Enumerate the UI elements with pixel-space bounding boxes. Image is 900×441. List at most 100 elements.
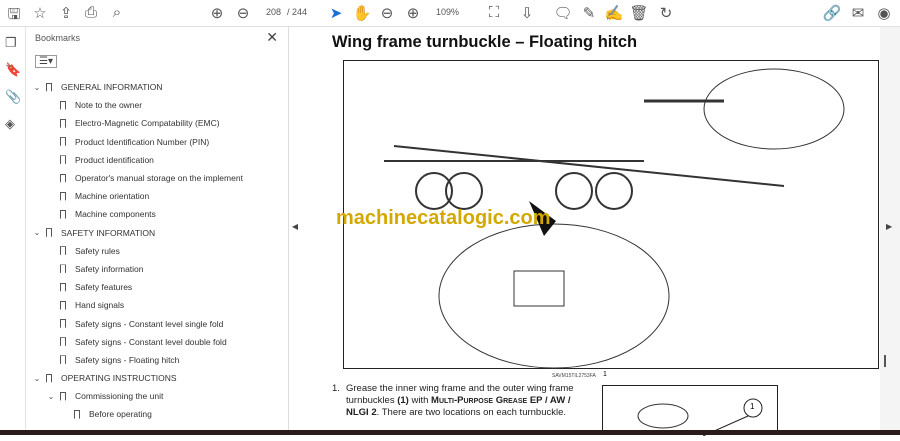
panel-title: Bookmarks [35, 33, 81, 43]
figure-caption: SAVM15TIL2753FA [552, 373, 596, 379]
bookmark-label: Safety signs - Constant level single fol… [75, 318, 224, 329]
page-down-icon[interactable]: ⊖ [233, 4, 253, 22]
document-page: Wing frame turnbuckle – Floating hitch m… [298, 27, 880, 437]
pages-icon[interactable]: ❐ [5, 35, 17, 51]
bookmark-label: Operator's manual storage on the impleme… [75, 173, 243, 184]
bookmark-item[interactable]: Product Identification Number (PIN) [26, 133, 281, 151]
bookmark-label: OPERATING INSTRUCTIONS [61, 373, 177, 384]
rotate-icon[interactable]: ↻ [656, 4, 676, 22]
fit-icon[interactable]: ⛶ [484, 4, 504, 21]
hand-icon[interactable]: ✋ [352, 4, 372, 22]
delete-icon[interactable]: 🗑 [629, 4, 649, 22]
bookmark-item[interactable]: Machine components [26, 205, 281, 223]
bookmark-icon [60, 355, 66, 365]
figure-image-2: 1 [602, 385, 778, 437]
bookmark-label: Hand signals [75, 300, 125, 311]
upload-icon[interactable]: ⇪ [56, 4, 76, 22]
right-scrollbar[interactable]: ▶ [880, 27, 900, 430]
bookmark-label: Safety rules [75, 245, 120, 256]
account-icon[interactable]: ◉ [874, 4, 894, 22]
bookmark-item[interactable]: ⌄ SAFETY INFORMATION [26, 224, 281, 242]
bookmark-item[interactable]: ⌄ Commissioning the unit [26, 387, 281, 405]
callout-ref: (1) [397, 395, 409, 406]
chevron-down-icon[interactable]: ⌄ [32, 83, 42, 92]
page-number-input[interactable]: 208 [266, 7, 281, 17]
bookmark-icon [60, 100, 66, 110]
toolbar: 🖫 ☆ ⇪ ⎙ ⌕ ⊕ ⊖ 208 / 244 ➤ ✋ ⊖ ⊕ 109% ⛶ ⇩… [0, 0, 900, 27]
bookmark-item[interactable]: Machine orientation [26, 187, 281, 205]
print-icon[interactable]: ⎙ [81, 4, 101, 21]
bookmark-icon [46, 228, 52, 238]
chevron-down-icon[interactable]: ⌄ [32, 228, 42, 237]
watermark: machinecatalogic.com [336, 207, 551, 229]
bookmark-icon [60, 191, 66, 201]
attachment-icon[interactable]: 📎 [5, 89, 21, 105]
bookmark-list: ⌄ GENERAL INFORMATION Note to the owner Ele… [26, 78, 281, 424]
bookmark-icon [60, 209, 66, 219]
bookmark-icon[interactable]: 🔖 [5, 62, 21, 78]
bookmark-item[interactable]: Hand signals [26, 296, 281, 314]
callout-number: 1 [750, 402, 755, 411]
bookmark-item[interactable]: Safety rules [26, 242, 281, 260]
bookmark-icon [60, 391, 66, 401]
instruction-step: 1. Grease the inner wing frame and the o… [332, 383, 592, 419]
layers-icon[interactable]: ◈ [5, 116, 15, 132]
bookmark-label: Safety information [75, 263, 144, 274]
bookmark-icon [60, 155, 66, 165]
page-up-icon[interactable]: ⊕ [207, 4, 227, 22]
bookmark-icon [46, 82, 52, 92]
bookmark-item[interactable]: Product identification [26, 151, 281, 169]
bookmark-icon [60, 337, 66, 347]
bookmark-item[interactable]: Safety information [26, 260, 281, 278]
bookmark-label: Note to the owner [75, 100, 143, 111]
bookmark-item[interactable]: Safety signs - Constant level single fol… [26, 314, 281, 332]
search-icon[interactable]: ⌕ [107, 4, 127, 21]
bookmarks-panel: Bookmarks ✕ ☰▾ ⌄ GENERAL INFORMATION Note … [26, 27, 310, 430]
bookmark-label: Machine components [75, 209, 156, 220]
bookmark-label: Machine orientation [75, 191, 150, 202]
email-icon[interactable]: ✉ [848, 4, 868, 22]
bookmark-icon [46, 373, 52, 383]
zoom-in-icon[interactable]: ⊕ [403, 4, 423, 22]
bookmark-item[interactable]: Operator's manual storage on the impleme… [26, 169, 281, 187]
page-total: / 244 [287, 7, 308, 17]
pen-icon[interactable]: ✎ [579, 4, 599, 22]
step-text: with [408, 395, 432, 406]
bookmark-item[interactable]: ⌄ GENERAL INFORMATION [26, 78, 281, 96]
select-icon[interactable]: ➤ [326, 4, 346, 22]
scroll-mode-icon[interactable]: ⇩ [517, 4, 537, 22]
chevron-down-icon[interactable]: ⌄ [46, 392, 56, 401]
taskbar-edge [0, 430, 900, 435]
bookmark-icon [74, 409, 80, 419]
bookmark-item[interactable]: Before operating [26, 405, 281, 423]
options-button[interactable]: ☰▾ [35, 55, 57, 68]
bookmark-label: Safety signs - Constant level double fol… [75, 336, 227, 347]
bookmark-item[interactable]: Safety signs - Floating hitch [26, 351, 281, 369]
bookmark-item[interactable]: Electro-Magnetic Compatability (EMC) [26, 114, 281, 132]
bookmark-icon [60, 246, 66, 256]
bookmark-icon [60, 173, 66, 183]
bookmark-item[interactable]: Note to the owner [26, 96, 281, 114]
star-icon[interactable]: ☆ [30, 4, 50, 22]
save-icon[interactable]: 🖫 [4, 4, 24, 29]
close-icon[interactable]: ✕ [266, 29, 278, 46]
bookmark-label: Safety signs - Floating hitch [75, 354, 180, 365]
bookmark-label: Before operating [89, 409, 152, 420]
share-link-icon[interactable]: 🔗 [822, 4, 842, 22]
zoom-level-select[interactable]: 109% [436, 7, 459, 17]
bookmark-item[interactable]: ⌄ OPERATING INSTRUCTIONS [26, 369, 281, 387]
chevron-down-icon[interactable]: ⌄ [32, 374, 42, 383]
bookmark-item[interactable]: Safety signs - Constant level double fol… [26, 333, 281, 351]
zoom-out-icon[interactable]: ⊖ [377, 4, 397, 22]
bookmark-icon [60, 118, 66, 128]
expand-right-icon[interactable]: ▶ [886, 222, 892, 231]
scroll-thumb[interactable] [884, 355, 886, 367]
bookmark-icon [60, 319, 66, 329]
comment-icon[interactable]: 🗨 [553, 4, 573, 22]
sign-icon[interactable]: ✍ [604, 4, 624, 22]
bookmark-icon [60, 264, 66, 274]
bookmark-icon [60, 137, 66, 147]
bookmark-item[interactable]: Safety features [26, 278, 281, 296]
bookmark-label: Electro-Magnetic Compatability (EMC) [75, 118, 220, 129]
step-text: . There are two locations on each turnbu… [376, 407, 567, 418]
